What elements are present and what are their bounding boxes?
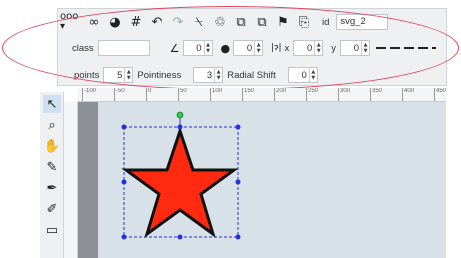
resize-handle-n[interactable] xyxy=(177,124,183,130)
points-value[interactable]: 5 xyxy=(104,70,124,81)
blur-stepper[interactable]: 0 ▲ ▼ xyxy=(233,40,264,56)
radial-shift-spin-icon[interactable]: ▲ ▼ xyxy=(308,68,317,82)
redo-icon[interactable]: ↷ xyxy=(169,13,187,31)
grid-icon[interactable]: # xyxy=(127,13,145,31)
pointiness-label: Pointiness xyxy=(137,69,182,81)
eraser-icon[interactable]: ⎘ xyxy=(295,13,313,31)
rectangle-icon[interactable]: ▭ xyxy=(43,221,61,239)
canvas-gutter xyxy=(78,102,98,258)
ruler-tick: 50 xyxy=(178,88,187,101)
resize-handle-se[interactable] xyxy=(235,234,241,240)
select-arrow-icon[interactable]: ↖ xyxy=(43,95,61,113)
clone-icon[interactable]: ⧉ xyxy=(232,13,250,31)
resize-handle-s[interactable] xyxy=(177,234,183,240)
pointiness-spin-icon[interactable]: ▲ ▼ xyxy=(214,68,222,82)
resize-handle-ne[interactable] xyxy=(235,124,241,130)
radial-shift-stepper[interactable]: 0 ▲ ▼ xyxy=(287,67,318,83)
horizontal-ruler: -100 -50 0 50 100 150 200 250 300 350 40… xyxy=(78,88,446,102)
pencil-icon[interactable]: ✎ xyxy=(43,158,61,176)
resize-handle-sw[interactable] xyxy=(121,234,127,240)
ruler-tick: 0 xyxy=(146,88,151,101)
resize-handle-nw[interactable] xyxy=(121,124,127,130)
rotate-handle[interactable] xyxy=(176,111,184,119)
y-stepper[interactable]: 0 ▲ ▼ xyxy=(340,40,371,56)
y-value[interactable]: 0 xyxy=(341,43,361,54)
ruler-tick: 200 xyxy=(274,88,286,101)
rotation-value[interactable]: 0 xyxy=(184,43,204,54)
x-spin-icon[interactable]: ▲ ▼ xyxy=(314,41,322,55)
ruler-tick: -50 xyxy=(114,88,125,101)
zoom-icon[interactable]: ⌕ xyxy=(43,116,61,134)
toolbar-row-attributes: class ∠ 0 ▲ ▼ ● 0 ▲ ▼ |ɂ| x 0 ▲ ▼ y 0 ▲ ▼ xyxy=(72,37,437,59)
rotation-spin-icon[interactable]: ▲ ▼ xyxy=(203,41,212,55)
ruler-tick: 450 xyxy=(434,88,446,101)
undo-icon[interactable]: ↶ xyxy=(148,13,166,31)
id-label: id xyxy=(322,16,330,28)
y-label: y xyxy=(331,42,337,54)
blur-spin-icon[interactable]: ▲ ▼ xyxy=(254,41,262,55)
trash-icon[interactable]: ♲ xyxy=(211,13,229,31)
ruler-tick: -100 xyxy=(82,88,96,101)
toolbar-row-actions: ooo ▾ ∞ ◕ # ↶ ↷ ⍀ ♲ ⧉ ⧉ ⚑ ⎘ id svg_2 xyxy=(60,11,389,33)
ruler-tick: 350 xyxy=(370,88,382,101)
resize-handle-w[interactable] xyxy=(121,179,127,185)
link-icon[interactable]: ∞ xyxy=(85,13,103,31)
pan-hand-icon[interactable]: ✋ xyxy=(43,137,61,155)
radial-shift-value[interactable]: 0 xyxy=(289,70,309,81)
points-spin-icon[interactable]: ▲ ▼ xyxy=(124,68,132,82)
blur-icon: ● xyxy=(220,41,231,55)
class-input[interactable] xyxy=(97,40,150,56)
pointiness-value[interactable]: 3 xyxy=(194,70,214,81)
rotation-icon: ∠ xyxy=(169,41,180,55)
class-label: class xyxy=(72,42,94,54)
path-icon[interactable]: ✐ xyxy=(43,200,61,218)
star-shape[interactable] xyxy=(121,126,239,238)
ruler-tick: 250 xyxy=(306,88,318,101)
top-toolbar: ooo ▾ ∞ ◕ # ↶ ↷ ⍀ ♲ ⧉ ⧉ ⚑ ⎘ id svg_2 cla… xyxy=(57,8,447,86)
color-fill-icon[interactable]: ◕ xyxy=(106,13,124,31)
canvas-artwork xyxy=(121,111,241,240)
x-value[interactable]: 0 xyxy=(294,43,314,54)
pointiness-stepper[interactable]: 3 ▲ ▼ xyxy=(193,67,224,83)
x-label: x xyxy=(284,42,290,54)
y-spin-icon[interactable]: ▲ ▼ xyxy=(361,41,369,55)
duplicate-icon[interactable]: ⧉ xyxy=(253,13,271,31)
x-stepper[interactable]: 0 ▲ ▼ xyxy=(293,40,324,56)
x-position-icon: |ɂ| xyxy=(271,43,282,53)
resize-handle-e[interactable] xyxy=(235,179,241,185)
ruler-tick: 300 xyxy=(338,88,350,101)
move-to-layer-icon[interactable]: ⚑ xyxy=(274,13,292,31)
ruler-tick: 400 xyxy=(402,88,414,101)
toolbar-row-star: points 5 ▲ ▼ Pointiness 3 ▲ ▼ Radial Shift 0… xyxy=(74,64,318,86)
dash-style-icon[interactable] xyxy=(376,47,437,49)
ruler-tick: 100 xyxy=(210,88,222,101)
points-stepper[interactable]: 5 ▲ ▼ xyxy=(103,67,134,83)
more-tools-icon[interactable]: ooo ▾ xyxy=(60,12,82,32)
left-toolbox: ↖ ⌕ ✋ ✎ ✒ ✐ ▭ xyxy=(40,92,64,258)
stamp-icon[interactable]: ⍀ xyxy=(190,13,208,31)
vertical-ruler xyxy=(64,102,78,258)
ruler-tick: 150 xyxy=(242,88,254,101)
points-label: points xyxy=(74,69,100,81)
radial-shift-label: Radial Shift xyxy=(227,69,276,81)
pen-icon[interactable]: ✒ xyxy=(43,179,61,197)
id-input[interactable]: svg_2 xyxy=(336,14,389,30)
blur-value[interactable]: 0 xyxy=(234,43,254,54)
rotation-stepper[interactable]: 0 ▲ ▼ xyxy=(182,40,213,56)
